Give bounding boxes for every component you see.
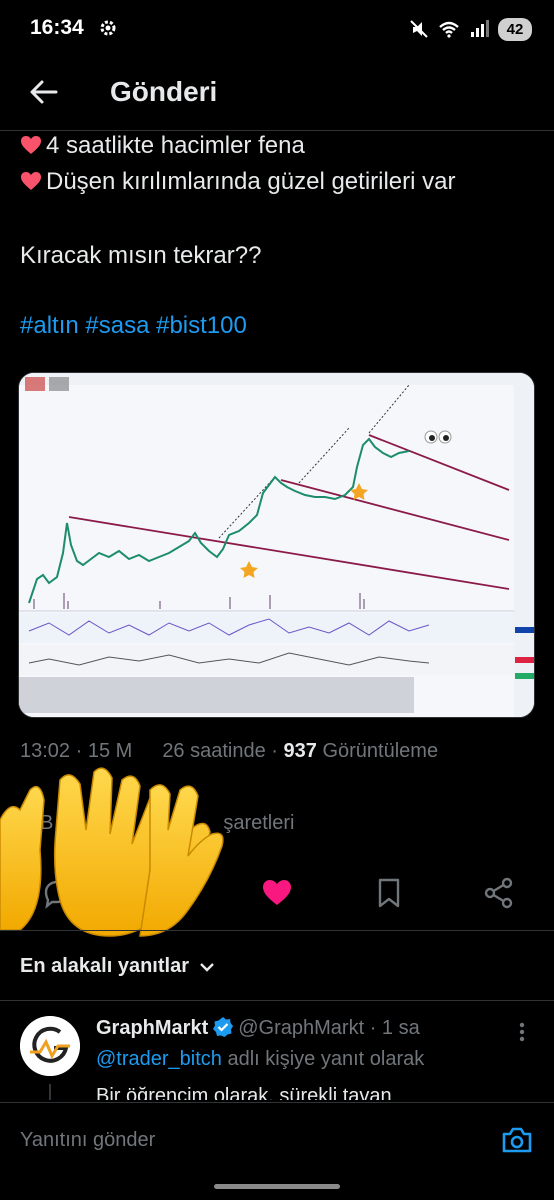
signal-icon xyxy=(471,20,489,37)
reply-author-handle[interactable]: @GraphMarkt xyxy=(238,1017,364,1039)
raised-hands-emoji-icon xyxy=(0,767,224,937)
bookmark-icon[interactable] xyxy=(372,876,406,910)
wifi-icon xyxy=(439,21,459,38)
reply-body: Bir öğrencim olarak, sürekli tavan xyxy=(96,1085,392,1100)
divider xyxy=(0,1000,554,1001)
mute-icon xyxy=(410,20,428,38)
more-icon[interactable] xyxy=(512,1020,532,1044)
app-bar: Gönderi xyxy=(0,58,554,128)
chart-picture xyxy=(19,373,534,717)
avatar[interactable] xyxy=(20,1016,80,1076)
status-bar: 16:34 42 xyxy=(0,0,554,56)
thread-line xyxy=(49,1084,51,1100)
chevron-down-icon xyxy=(200,962,214,972)
tweet-line-3: Kıracak mısın tekrar?? xyxy=(20,242,262,269)
mention-link[interactable]: @trader_bitch xyxy=(96,1048,222,1070)
settings-gear-icon xyxy=(100,20,116,36)
tweet-hashtags[interactable]: #altın #sasa #bist100 xyxy=(20,308,247,344)
heart-icon[interactable] xyxy=(260,876,294,910)
divider xyxy=(0,930,554,931)
reply-to-line: @trader_bitch adlı kişiye yanıt olarak xyxy=(96,1048,425,1070)
replies-sort-button[interactable]: En alakalı yanıtlar xyxy=(20,955,215,978)
reply-age: · 1 sa xyxy=(369,1017,420,1039)
camera-icon[interactable] xyxy=(500,1123,534,1157)
tweet-line-1: 4 saatlikte hacimler fena xyxy=(20,128,305,164)
home-indicator[interactable] xyxy=(214,1184,340,1189)
attached-chart-image[interactable] xyxy=(18,372,535,718)
page-title: Gönderi xyxy=(110,76,218,107)
view-count: 937 xyxy=(283,740,317,762)
back-arrow-icon[interactable] xyxy=(26,74,62,110)
reply-author-name[interactable]: GraphMarkt xyxy=(96,1017,208,1039)
reply-header: GraphMarkt @GraphMarkt · 1 sa xyxy=(96,1016,420,1040)
status-time: 16:34 xyxy=(30,16,84,39)
battery-indicator: 42 xyxy=(498,17,532,41)
share-icon[interactable] xyxy=(482,876,516,910)
verified-icon xyxy=(213,1017,234,1037)
reply-input[interactable]: Yanıtını gönder xyxy=(20,1129,155,1152)
red-heart-emoji-icon xyxy=(21,172,41,190)
tweet-line-2: Düşen kırılımlarında güzel getirileri va… xyxy=(20,164,456,200)
status-icons: 42 xyxy=(408,14,532,44)
red-heart-emoji-icon xyxy=(21,136,41,154)
